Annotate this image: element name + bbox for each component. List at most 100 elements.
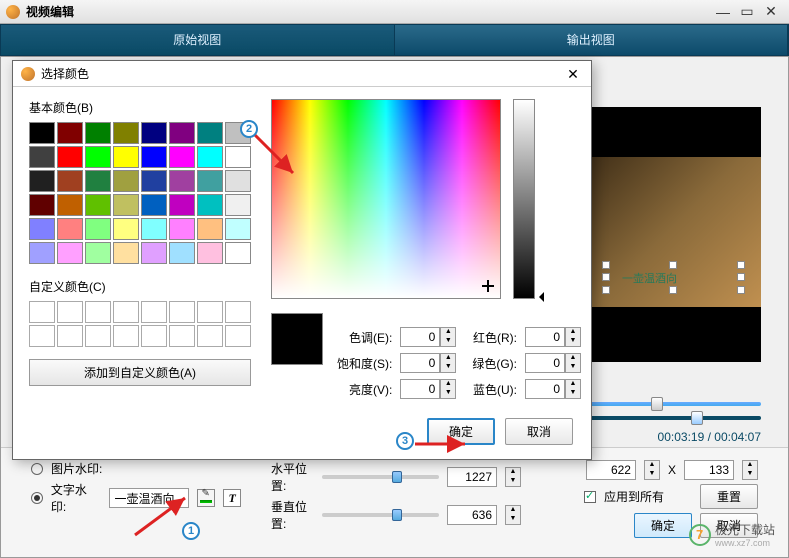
custom-color-swatch[interactable]: [57, 325, 83, 347]
resize-handle[interactable]: [602, 261, 610, 269]
red-spinner[interactable]: ▲▼: [565, 327, 581, 347]
basic-color-swatch[interactable]: [141, 122, 167, 144]
basic-color-swatch[interactable]: [197, 194, 223, 216]
watermark-resize-frame[interactable]: [606, 265, 741, 290]
playhead-thumb[interactable]: [691, 411, 703, 425]
basic-color-swatch[interactable]: [197, 122, 223, 144]
minimize-button[interactable]: —: [711, 4, 735, 20]
custom-color-swatch[interactable]: [197, 325, 223, 347]
custom-color-swatch[interactable]: [225, 325, 251, 347]
basic-color-swatch[interactable]: [197, 242, 223, 264]
custom-color-swatch[interactable]: [225, 301, 251, 323]
custom-color-swatch[interactable]: [85, 325, 111, 347]
blue-input[interactable]: [525, 379, 565, 399]
basic-color-swatch[interactable]: [113, 194, 139, 216]
hue-sat-picker[interactable]: [271, 99, 501, 299]
text-color-button[interactable]: [197, 489, 215, 507]
size-h-input[interactable]: [684, 460, 734, 480]
size-w-spinner[interactable]: ▲▼: [644, 460, 660, 480]
basic-color-swatch[interactable]: [85, 194, 111, 216]
basic-color-swatch[interactable]: [141, 218, 167, 240]
custom-color-swatch[interactable]: [197, 301, 223, 323]
color-crosshair[interactable]: [482, 280, 494, 292]
basic-color-swatch[interactable]: [169, 146, 195, 168]
custom-color-swatch[interactable]: [141, 301, 167, 323]
basic-color-swatch[interactable]: [29, 122, 55, 144]
reset-button[interactable]: 重置: [700, 484, 758, 509]
basic-color-swatch[interactable]: [113, 146, 139, 168]
maximize-button[interactable]: ▭: [735, 3, 759, 20]
basic-color-swatch[interactable]: [57, 242, 83, 264]
resize-handle[interactable]: [669, 286, 677, 294]
basic-color-swatch[interactable]: [57, 122, 83, 144]
basic-color-swatch[interactable]: [197, 218, 223, 240]
vpos-slider[interactable]: [322, 513, 439, 517]
basic-color-swatch[interactable]: [113, 170, 139, 192]
custom-color-swatch[interactable]: [29, 325, 55, 347]
hpos-slider[interactable]: [322, 475, 439, 479]
custom-color-swatch[interactable]: [169, 325, 195, 347]
resize-handle[interactable]: [737, 261, 745, 269]
basic-color-swatch[interactable]: [113, 122, 139, 144]
sat-spinner[interactable]: ▲▼: [440, 353, 456, 373]
add-to-custom-button[interactable]: 添加到自定义颜色(A): [29, 359, 251, 386]
basic-color-swatch[interactable]: [29, 146, 55, 168]
custom-color-swatch[interactable]: [85, 301, 111, 323]
main-ok-button[interactable]: 确定: [634, 513, 692, 538]
vpos-input[interactable]: [447, 505, 497, 525]
basic-color-swatch[interactable]: [29, 242, 55, 264]
basic-color-swatch[interactable]: [141, 146, 167, 168]
custom-color-swatch[interactable]: [29, 301, 55, 323]
basic-color-swatch[interactable]: [113, 218, 139, 240]
basic-color-swatch[interactable]: [141, 170, 167, 192]
resize-handle[interactable]: [602, 273, 610, 281]
basic-color-swatch[interactable]: [57, 146, 83, 168]
basic-color-swatch[interactable]: [225, 218, 251, 240]
basic-color-swatch[interactable]: [85, 218, 111, 240]
basic-color-swatch[interactable]: [197, 170, 223, 192]
basic-color-swatch[interactable]: [169, 170, 195, 192]
tab-output-view[interactable]: 输出视图: [395, 25, 789, 55]
basic-color-swatch[interactable]: [85, 122, 111, 144]
close-button[interactable]: ✕: [759, 3, 783, 20]
basic-color-swatch[interactable]: [29, 194, 55, 216]
basic-color-swatch[interactable]: [29, 218, 55, 240]
custom-color-swatch[interactable]: [113, 301, 139, 323]
luminance-pointer[interactable]: [534, 292, 544, 302]
basic-color-swatch[interactable]: [85, 146, 111, 168]
basic-color-swatch[interactable]: [57, 218, 83, 240]
font-style-button[interactable]: T: [223, 489, 241, 507]
red-input[interactable]: [525, 327, 565, 347]
basic-color-swatch[interactable]: [29, 170, 55, 192]
basic-color-swatch[interactable]: [141, 242, 167, 264]
dialog-close-button[interactable]: ✕: [563, 64, 583, 84]
blue-spinner[interactable]: ▲▼: [565, 379, 581, 399]
basic-color-swatch[interactable]: [169, 218, 195, 240]
vpos-spinner[interactable]: ▲▼: [505, 505, 521, 525]
radio-image-watermark[interactable]: [31, 463, 43, 475]
dialog-cancel-button[interactable]: 取消: [505, 418, 573, 445]
tab-original-view[interactable]: 原始视图: [1, 25, 395, 55]
resize-handle[interactable]: [669, 261, 677, 269]
custom-color-swatch[interactable]: [57, 301, 83, 323]
hpos-thumb[interactable]: [392, 471, 402, 483]
basic-color-swatch[interactable]: [169, 122, 195, 144]
basic-color-swatch[interactable]: [225, 242, 251, 264]
basic-color-swatch[interactable]: [169, 242, 195, 264]
basic-color-swatch[interactable]: [141, 194, 167, 216]
trim-end-thumb[interactable]: [651, 397, 663, 411]
hue-spinner[interactable]: ▲▼: [440, 327, 456, 347]
vpos-thumb[interactable]: [392, 509, 402, 521]
sat-input[interactable]: [400, 353, 440, 373]
hpos-spinner[interactable]: ▲▼: [505, 467, 521, 487]
green-spinner[interactable]: ▲▼: [565, 353, 581, 373]
resize-handle[interactable]: [737, 273, 745, 281]
basic-color-swatch[interactable]: [225, 194, 251, 216]
hue-input[interactable]: [400, 327, 440, 347]
basic-color-swatch[interactable]: [85, 170, 111, 192]
resize-handle[interactable]: [737, 286, 745, 294]
resize-handle[interactable]: [602, 286, 610, 294]
radio-text-watermark[interactable]: [31, 492, 43, 504]
hpos-input[interactable]: [447, 467, 497, 487]
green-input[interactable]: [525, 353, 565, 373]
